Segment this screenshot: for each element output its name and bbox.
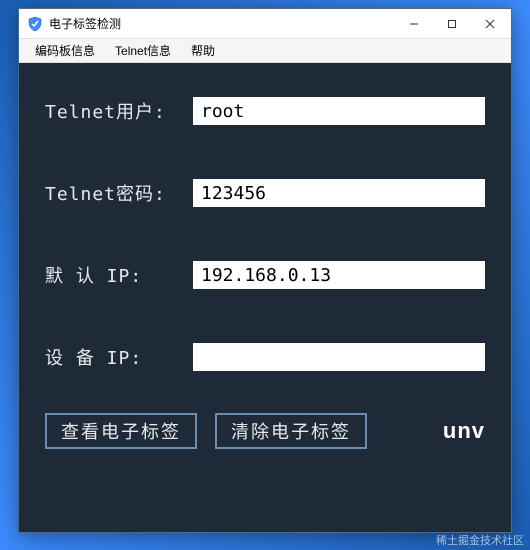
brand-logo-text: unv bbox=[443, 418, 485, 444]
menu-encoding-board-info[interactable]: 编码板信息 bbox=[25, 39, 105, 62]
window-title: 电子标签检测 bbox=[49, 15, 395, 32]
app-shield-icon bbox=[27, 16, 43, 32]
close-button[interactable] bbox=[471, 10, 509, 38]
window-controls bbox=[395, 10, 509, 38]
device-ip-input[interactable] bbox=[193, 343, 485, 371]
menu-telnet-info[interactable]: Telnet信息 bbox=[105, 39, 181, 62]
app-window: 电子标签检测 编码板信息 Telnet信息 帮助 Telnet用户: Telne… bbox=[18, 8, 512, 533]
device-ip-label: 设 备 IP: bbox=[45, 344, 193, 370]
row-default-ip: 默 认 IP: bbox=[45, 259, 485, 291]
maximize-button[interactable] bbox=[433, 10, 471, 38]
client-area: Telnet用户: Telnet密码: 默 认 IP: 设 备 IP: 查看电子… bbox=[19, 63, 511, 532]
minimize-button[interactable] bbox=[395, 10, 433, 38]
button-row: 查看电子标签 清除电子标签 unv bbox=[45, 413, 485, 449]
telnet-pass-input[interactable] bbox=[193, 179, 485, 207]
default-ip-input[interactable] bbox=[193, 261, 485, 289]
menubar: 编码板信息 Telnet信息 帮助 bbox=[19, 39, 511, 63]
row-device-ip: 设 备 IP: bbox=[45, 341, 485, 373]
telnet-user-input[interactable] bbox=[193, 97, 485, 125]
default-ip-label: 默 认 IP: bbox=[45, 262, 193, 288]
view-elabel-button[interactable]: 查看电子标签 bbox=[45, 413, 197, 449]
row-telnet-pass: Telnet密码: bbox=[45, 177, 485, 209]
clear-elabel-button[interactable]: 清除电子标签 bbox=[215, 413, 367, 449]
titlebar: 电子标签检测 bbox=[19, 9, 511, 39]
watermark: 稀土掘金技术社区 bbox=[436, 532, 524, 548]
menu-help[interactable]: 帮助 bbox=[181, 39, 225, 62]
telnet-pass-label: Telnet密码: bbox=[45, 180, 193, 206]
brand-logo: unv bbox=[443, 418, 485, 444]
telnet-user-label: Telnet用户: bbox=[45, 98, 193, 124]
row-telnet-user: Telnet用户: bbox=[45, 95, 485, 127]
